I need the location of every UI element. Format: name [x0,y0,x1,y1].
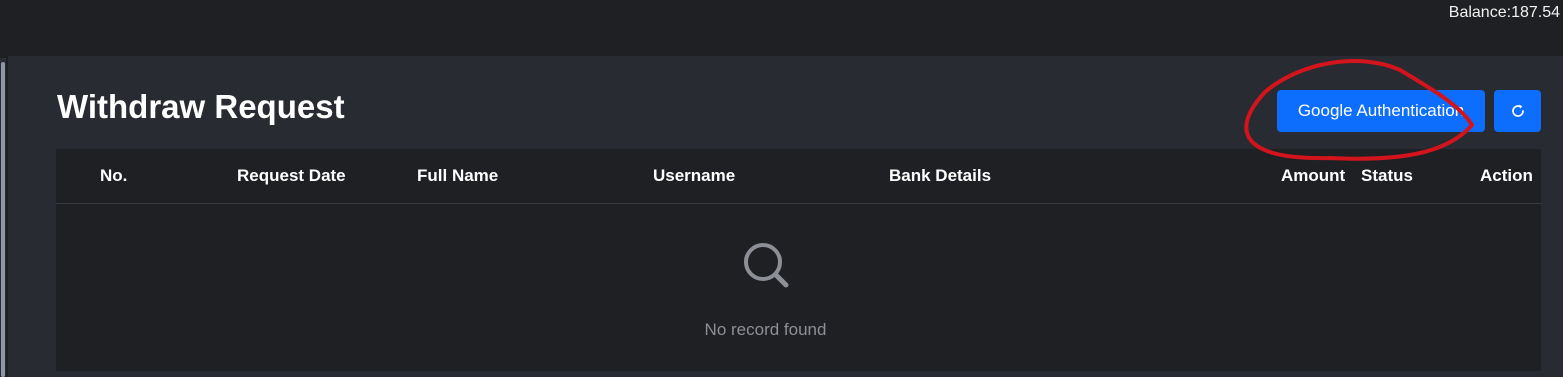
column-header-request-date: Request Date [237,166,346,185]
column-header-full-name: Full Name [417,166,499,185]
column-header-no: No. [100,166,128,185]
column-header-bank-details: Bank Details [889,166,992,185]
balance-value: 187.54 [1511,4,1560,21]
top-bar: Balance:187.54 [0,0,1563,56]
balance-label: Balance [1448,4,1507,21]
page-title: Withdraw Request [57,88,345,125]
refresh-button[interactable] [1494,90,1541,132]
column-header-status: Status [1361,166,1413,185]
search-icon [744,243,789,288]
refresh-icon [1511,104,1524,117]
scrollbar-thumb[interactable] [1,62,5,377]
table-header: No. Request Date Full Name Username Bank… [56,149,1541,204]
left-scrollbar[interactable] [0,58,6,377]
column-header-action: Action [1480,166,1533,185]
withdraw-table: No. Request Date Full Name Username Bank… [56,149,1541,371]
column-header-username: Username [653,166,736,185]
balance-display: Balance:187.54 [1449,4,1560,22]
column-header-amount: Amount [1281,166,1346,185]
empty-state-message: No record found [704,320,827,339]
google-authentication-button[interactable]: Google Authentication [1277,90,1485,132]
